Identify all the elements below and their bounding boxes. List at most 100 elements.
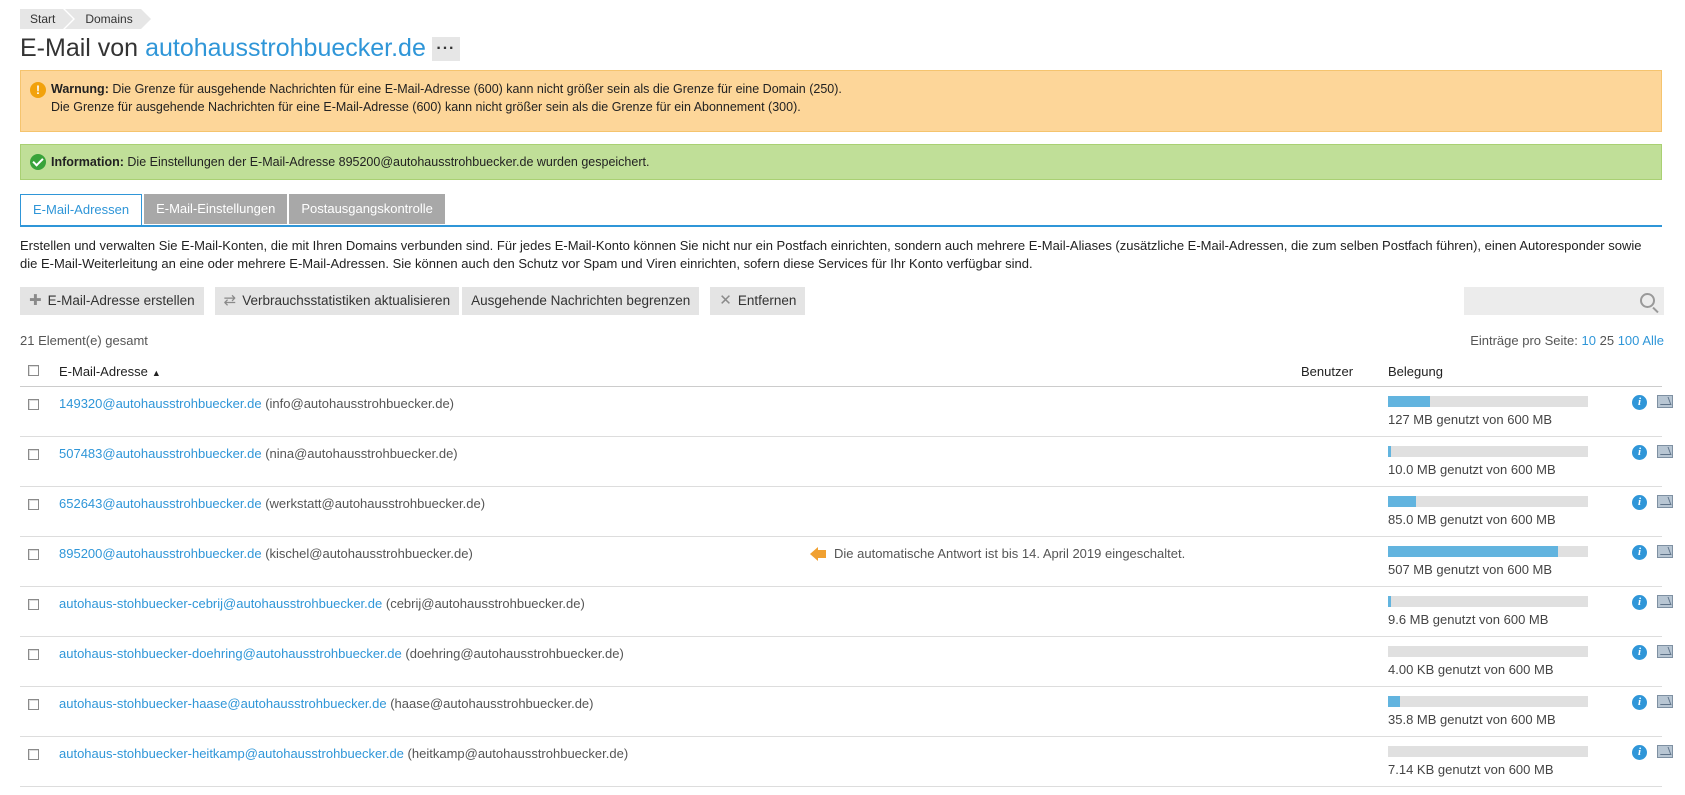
- tab-email-settings[interactable]: E-Mail-Einstellungen: [144, 194, 288, 224]
- email-cell: autohaus-stohbuecker-heitkamp@autohausst…: [59, 746, 628, 761]
- table-row: 652643@autohausstrohbuecker.de (werkstat…: [20, 487, 1673, 537]
- email-alias: (doehring@autohausstrohbuecker.de): [405, 646, 624, 661]
- email-link[interactable]: autohaus-stohbuecker-cebrij@autohausstro…: [59, 596, 382, 611]
- remove-label: Entfernen: [737, 293, 797, 308]
- info-icon[interactable]: i: [1632, 595, 1647, 610]
- mailbox-icon[interactable]: [1657, 395, 1673, 408]
- info-icon[interactable]: i: [1632, 545, 1647, 560]
- email-alias: (kischel@autohausstrohbuecker.de): [265, 546, 473, 561]
- breadcrumb-domains[interactable]: Domains: [65, 9, 152, 29]
- per-page-all[interactable]: Alle: [1642, 333, 1664, 348]
- email-cell: autohaus-stohbuecker-doehring@autohausst…: [59, 646, 624, 661]
- table-header: E-Mail-Adresse ▲ Benutzer Belegung: [20, 362, 1662, 387]
- row-checkbox[interactable]: [28, 649, 39, 660]
- info-icon[interactable]: i: [1632, 645, 1647, 660]
- usage-bar-fill: [1388, 596, 1392, 607]
- search-input[interactable]: [1464, 287, 1664, 315]
- mailbox-icon[interactable]: [1657, 595, 1673, 608]
- usage-bar: [1388, 396, 1588, 407]
- usage-text: 35.8 MB genutzt von 600 MB: [1388, 712, 1556, 727]
- info-icon[interactable]: i: [1632, 695, 1647, 710]
- autoresponder-text: Die automatische Antwort ist bis 14. Apr…: [834, 546, 1186, 561]
- usage-bar: [1388, 446, 1588, 457]
- email-link[interactable]: 652643@autohausstrohbuecker.de: [59, 496, 262, 511]
- usage-bar-fill: [1388, 496, 1416, 507]
- usage-text: 9.6 MB genutzt von 600 MB: [1388, 612, 1549, 627]
- total-count: 21 Element(e) gesamt: [20, 333, 148, 348]
- limit-outgoing-button[interactable]: Ausgehende Nachrichten begrenzen: [462, 287, 700, 315]
- breadcrumb-start[interactable]: Start: [20, 9, 74, 29]
- more-options-button[interactable]: ···: [431, 36, 460, 61]
- usage-bar: [1388, 496, 1588, 507]
- info-message: Information: Die Einstellungen der E-Mai…: [20, 144, 1662, 180]
- info-icon[interactable]: i: [1632, 445, 1647, 460]
- remove-button[interactable]: ✕ Entfernen: [710, 287, 806, 315]
- mailbox-icon[interactable]: [1657, 695, 1673, 708]
- warning-icon: !: [30, 82, 46, 98]
- select-all-checkbox[interactable]: [28, 365, 39, 376]
- row-checkbox[interactable]: [28, 699, 39, 710]
- create-email-label: E-Mail-Adresse erstellen: [47, 293, 195, 308]
- tab-outgoing-control[interactable]: Postausgangskontrolle: [289, 194, 445, 224]
- row-checkbox[interactable]: [28, 549, 39, 560]
- usage-text: 7.14 KB genutzt von 600 MB: [1388, 762, 1554, 777]
- row-checkbox[interactable]: [28, 499, 39, 510]
- info-text: Die Einstellungen der E-Mail-Adresse 895…: [127, 155, 650, 169]
- autoresponder-note: Die automatische Antwort ist bis 14. Apr…: [810, 546, 1185, 561]
- info-icon[interactable]: i: [1632, 745, 1647, 760]
- email-link[interactable]: autohaus-stohbuecker-doehring@autohausst…: [59, 646, 402, 661]
- mailbox-icon[interactable]: [1657, 445, 1673, 458]
- per-page-10[interactable]: 10: [1582, 333, 1596, 348]
- mailbox-icon[interactable]: [1657, 645, 1673, 658]
- table-row: autohaus-stohbuecker-doehring@autohausst…: [20, 637, 1673, 687]
- refresh-stats-label: Verbrauchsstatistiken aktualisieren: [242, 293, 451, 308]
- mailbox-icon[interactable]: [1657, 545, 1673, 558]
- table-row: autohaus-stohbuecker-cebrij@autohausstro…: [20, 587, 1673, 637]
- row-checkbox[interactable]: [28, 749, 39, 760]
- usage-bar: [1388, 546, 1588, 557]
- mailbox-icon[interactable]: [1657, 745, 1673, 758]
- info-label: Information:: [51, 155, 124, 169]
- row-checkbox[interactable]: [28, 449, 39, 460]
- search-icon[interactable]: [1640, 293, 1655, 308]
- usage-bar: [1388, 646, 1588, 657]
- info-icon[interactable]: i: [1632, 395, 1647, 410]
- mailbox-icon[interactable]: [1657, 495, 1673, 508]
- check-icon: [30, 154, 46, 170]
- column-user-header[interactable]: Benutzer: [1301, 364, 1353, 379]
- usage-text: 4.00 KB genutzt von 600 MB: [1388, 662, 1554, 677]
- entries-per-page: Einträge pro Seite: 10 25 100 Alle: [1470, 333, 1664, 348]
- email-link[interactable]: autohaus-stohbuecker-heitkamp@autohausst…: [59, 746, 404, 761]
- email-alias: (nina@autohausstrohbuecker.de): [265, 446, 458, 461]
- usage-bar: [1388, 746, 1588, 757]
- usage-text: 127 MB genutzt von 600 MB: [1388, 412, 1553, 427]
- column-email-header[interactable]: E-Mail-Adresse ▲: [59, 364, 161, 379]
- table-row: 149320@autohausstrohbuecker.de (info@aut…: [20, 387, 1673, 437]
- page-title: E-Mail von autohausstrohbuecker.de ···: [20, 34, 460, 63]
- refresh-stats-button[interactable]: ⇄ Verbrauchsstatistiken aktualisieren: [214, 287, 460, 315]
- description-text: Erstellen und verwalten Sie E-Mail-Konte…: [20, 238, 1642, 271]
- email-alias: (werkstatt@autohausstrohbuecker.de): [265, 496, 486, 511]
- email-link[interactable]: 895200@autohausstrohbuecker.de: [59, 546, 262, 561]
- row-checkbox[interactable]: [28, 399, 39, 410]
- email-alias: (haase@autohausstrohbuecker.de): [390, 696, 594, 711]
- breadcrumb: Start Domains: [20, 9, 153, 29]
- tab-email-addresses[interactable]: E-Mail-Adressen: [20, 194, 143, 225]
- warning-text-1: Die Grenze für ausgehende Nachrichten fü…: [112, 82, 842, 96]
- create-email-button[interactable]: ✚ E-Mail-Adresse erstellen: [20, 287, 204, 315]
- email-link[interactable]: 149320@autohausstrohbuecker.de: [59, 396, 262, 411]
- row-checkbox[interactable]: [28, 599, 39, 610]
- info-icon[interactable]: i: [1632, 495, 1647, 510]
- per-page-25: 25: [1599, 333, 1615, 348]
- email-alias: (info@autohausstrohbuecker.de): [265, 396, 455, 411]
- domain-link[interactable]: autohausstrohbuecker.de: [145, 34, 426, 63]
- email-link[interactable]: autohaus-stohbuecker-haase@autohausstroh…: [59, 696, 387, 711]
- table-row: autohaus-stohbuecker-heitkamp@autohausst…: [20, 737, 1673, 787]
- per-page-100[interactable]: 100: [1618, 333, 1640, 348]
- email-cell: 149320@autohausstrohbuecker.de (info@aut…: [59, 396, 454, 411]
- limit-outgoing-label: Ausgehende Nachrichten begrenzen: [471, 293, 691, 308]
- email-link[interactable]: 507483@autohausstrohbuecker.de: [59, 446, 262, 461]
- email-cell: 507483@autohausstrohbuecker.de (nina@aut…: [59, 446, 458, 461]
- page-title-prefix: E-Mail von: [20, 34, 139, 62]
- column-usage-header[interactable]: Belegung: [1388, 364, 1443, 379]
